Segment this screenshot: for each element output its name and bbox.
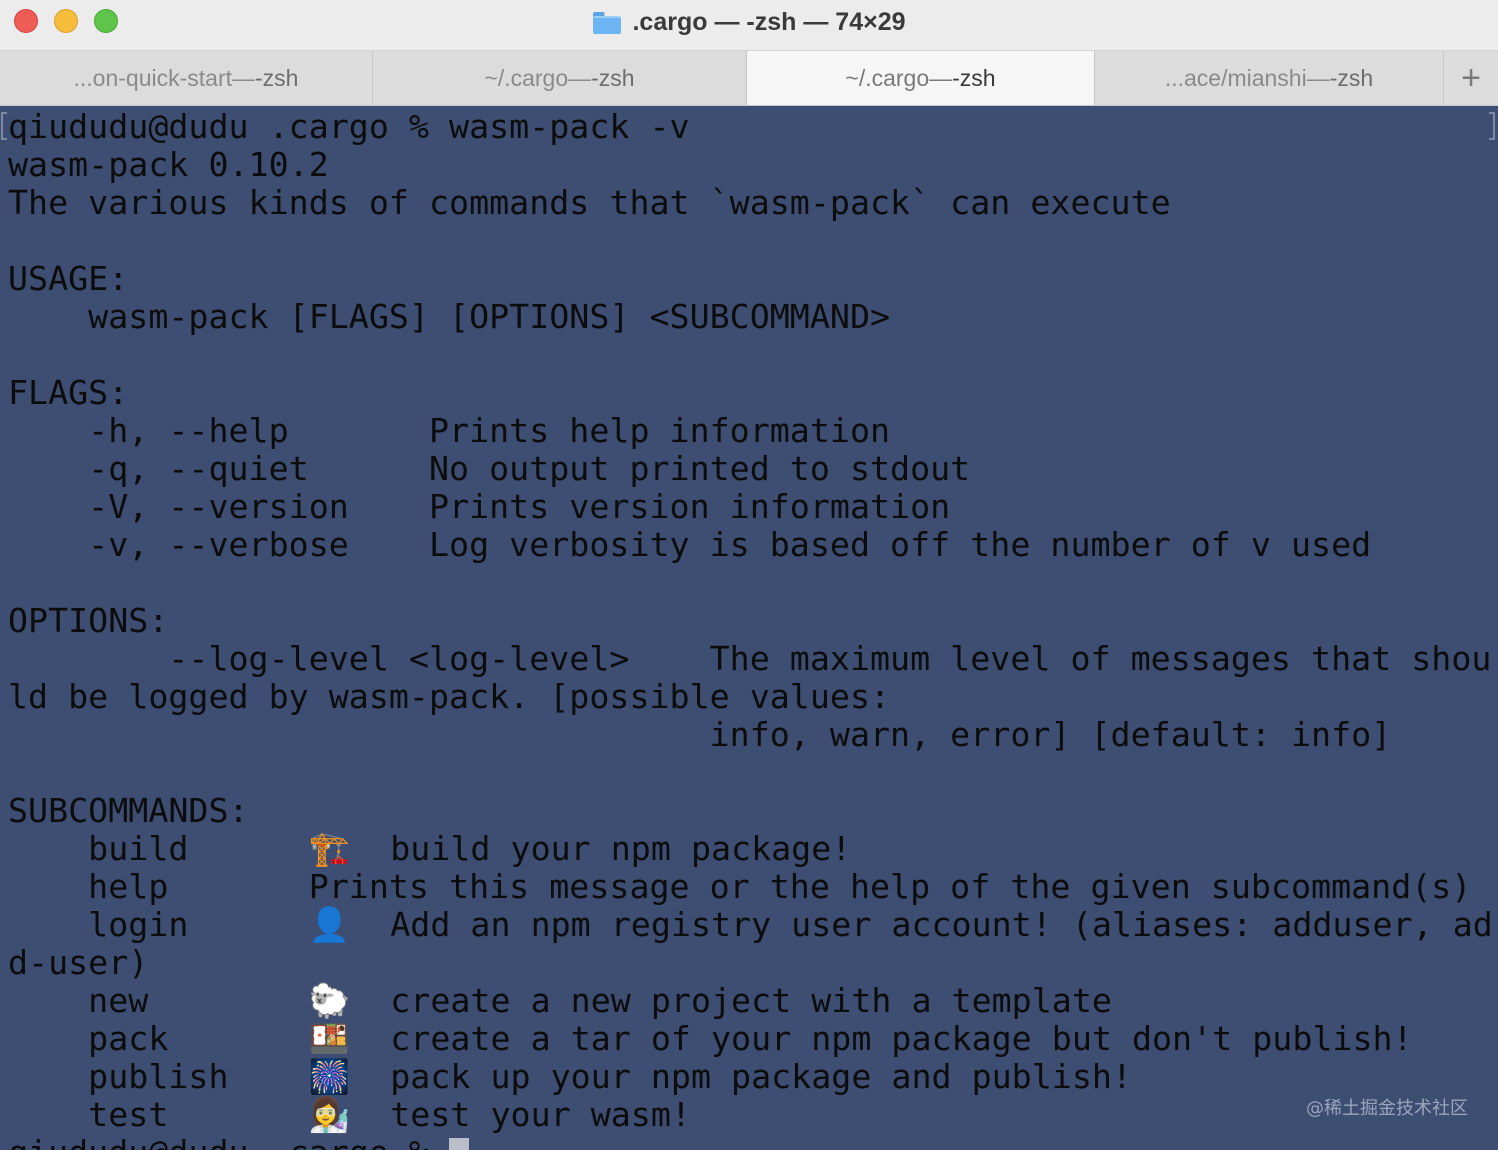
text-cursor [449,1137,470,1150]
terminal-line: USAGE: [8,259,129,298]
terminal-line: -q, --quiet No output printed to stdout [8,449,971,488]
terminal-window: .cargo — -zsh — 74×29 ...on-quick-start … [0,0,1498,1150]
terminal-line: OPTIONS: [8,601,169,640]
terminal-line: publish 🎆 pack up your npm package and p… [8,1057,1132,1096]
terminal-line: d-user) [8,943,149,982]
terminal-line: wasm-pack 0.10.2 [8,145,329,184]
terminal-line: test 👩‍🔬 test your wasm! [8,1095,691,1134]
terminal-line: qiududu@dudu .cargo % wasm-pack -v [8,107,690,146]
title-bar[interactable]: .cargo — -zsh — 74×29 [0,0,1498,51]
tab-label: ...ace/mianshi [1164,64,1307,91]
terminal-output[interactable]: qiududu@dudu .cargo % wasm-pack -v wasm-p… [0,106,1498,1150]
tab-label: ~/.cargo [484,64,569,91]
tab-on-quick-start[interactable]: ...on-quick-start — -zsh [0,51,373,105]
tab-process: -zsh [1329,64,1374,91]
prompt-mark-left [1,112,7,140]
terminal-line: help Prints this message or the help of … [8,867,1472,906]
terminal-line: qiududu@dudu .cargo % [8,1134,1493,1150]
terminal-line: info, warn, error] [default: info] [8,715,1392,754]
terminal-line: new 🐑 create a new project with a templa… [8,981,1112,1020]
tab-label: ...on-quick-start [73,64,233,91]
terminal-line: SUBCOMMANDS: [8,791,249,830]
terminal-lines: qiududu@dudu .cargo % wasm-pack -v wasm-p… [8,108,1493,1150]
watermark: @稀土掘金技术社区 [1306,1098,1468,1119]
tab-process: -zsh [255,64,299,91]
terminal-line: ld be logged by wasm-pack. [possible val… [8,677,891,716]
new-tab-button[interactable]: + [1444,51,1498,105]
terminal-line: --log-level <log-level> The maximum leve… [8,639,1492,678]
tab-separator: — [232,64,256,91]
terminal-line: -h, --help Prints help information [8,411,891,450]
tab-process: -zsh [591,64,635,91]
tab-cargo-1[interactable]: ~/.cargo — -zsh [373,51,747,105]
terminal-line: pack 🍱 create a tar of your npm package … [8,1019,1413,1058]
tab-label: ~/.cargo [845,64,930,91]
tab-mianshi[interactable]: ...ace/mianshi — -zsh [1095,51,1444,105]
tab-separator: — [568,64,592,91]
folder-icon [592,10,622,34]
window-title-group: .cargo — -zsh — 74×29 [0,4,1498,40]
terminal-line: -V, --version Prints version information [8,487,951,526]
terminal-line: -v, --verbose Log verbosity is based off… [8,525,1372,564]
terminal-line: login 👤 Add an npm registry user account… [8,905,1493,944]
terminal-line: The various kinds of commands that `wasm… [8,183,1171,222]
window-title: .cargo — -zsh — 74×29 [632,7,906,36]
tab-separator: — [929,64,953,91]
terminal-line: wasm-pack [FLAGS] [OPTIONS] <SUBCOMMAND> [8,297,891,336]
terminal-line: FLAGS: [8,373,129,412]
tab-separator: — [1306,64,1330,91]
tab-process: -zsh [952,64,996,91]
terminal-line: build 🏗️ build your npm package! [8,829,852,868]
tab-cargo-active[interactable]: ~/.cargo — -zsh [747,51,1095,105]
tab-bar: ...on-quick-start — -zsh ~/.cargo — -zsh… [0,51,1498,106]
